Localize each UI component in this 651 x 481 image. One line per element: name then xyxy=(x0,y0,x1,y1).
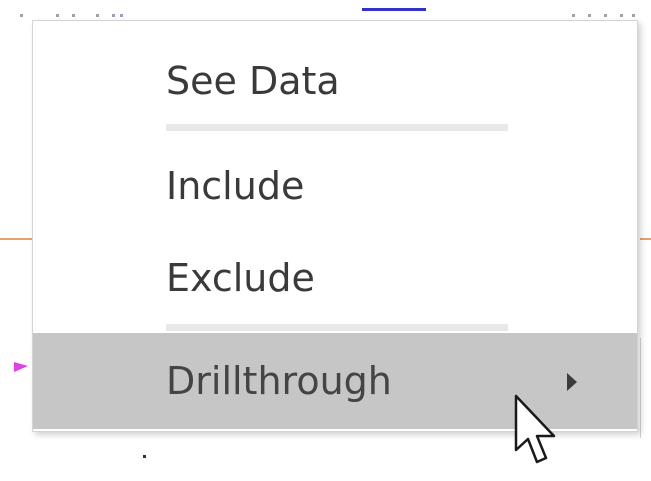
background-line-fragment xyxy=(0,238,32,240)
report-canvas: See Data Include Exclude Drillthrough xyxy=(0,0,651,481)
menu-item-label: Drillthrough xyxy=(166,359,392,403)
background-dot xyxy=(143,455,146,458)
background-marker-fragment xyxy=(14,362,28,372)
menu-separator xyxy=(166,324,508,331)
menu-item-include[interactable]: Include xyxy=(33,141,637,231)
mouse-pointer-icon xyxy=(514,394,556,464)
submenu-edge xyxy=(640,338,651,438)
menu-separator xyxy=(166,124,508,131)
menu-item-label: See Data xyxy=(166,59,340,103)
menu-item-label: Include xyxy=(166,164,305,208)
context-menu: See Data Include Exclude Drillthrough xyxy=(32,20,638,432)
menu-item-see-data[interactable]: See Data xyxy=(33,31,637,131)
background-line-fragment xyxy=(640,238,651,240)
menu-item-exclude[interactable]: Exclude xyxy=(33,233,637,323)
menu-item-label: Exclude xyxy=(166,256,315,300)
chevron-right-icon xyxy=(567,373,577,391)
